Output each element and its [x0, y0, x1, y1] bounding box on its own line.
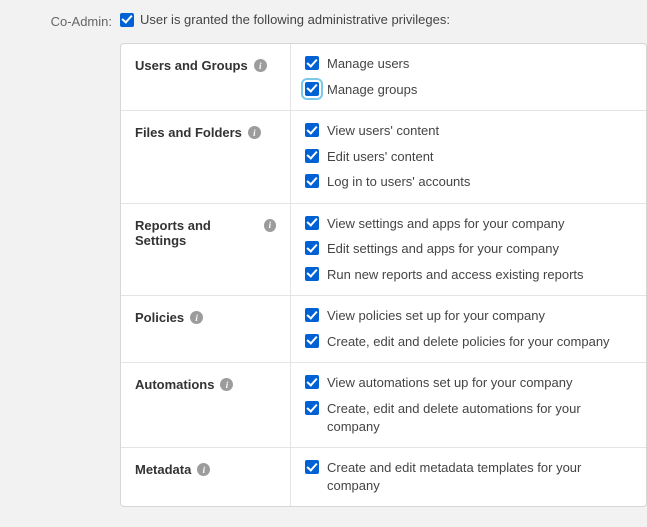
field-label: Co-Admin:: [20, 12, 120, 29]
checkbox-view-settings[interactable]: [305, 216, 319, 230]
checkbox-edit-settings[interactable]: [305, 241, 319, 255]
section-title-text: Automations: [135, 377, 214, 392]
section-title-users-groups: Users and Groups i: [121, 44, 291, 110]
label-view-settings: View settings and apps for your company: [327, 215, 565, 233]
checkbox-edit-content[interactable]: [305, 149, 319, 163]
info-icon[interactable]: i: [220, 378, 233, 391]
section-title-policies: Policies i: [121, 296, 291, 362]
section-options-policies: View policies set up for your company Cre…: [291, 296, 646, 362]
checkbox-login-accounts[interactable]: [305, 174, 319, 188]
checkbox-view-content[interactable]: [305, 123, 319, 137]
section-policies: Policies i View policies set up for your c…: [121, 296, 646, 363]
section-title-reports-settings: Reports and Settings i: [121, 204, 291, 296]
checkbox-view-automations[interactable]: [305, 375, 319, 389]
section-title-files-folders: Files and Folders i: [121, 111, 291, 203]
info-icon[interactable]: i: [197, 463, 210, 476]
checkbox-manage-groups[interactable]: [305, 82, 319, 96]
checkbox-edit-automations[interactable]: [305, 401, 319, 415]
checkbox-view-policies[interactable]: [305, 308, 319, 322]
option-edit-settings: Edit settings and apps for your company: [305, 241, 632, 258]
section-title-text: Policies: [135, 310, 184, 325]
label-edit-content: Edit users' content: [327, 148, 434, 166]
checkbox-manage-users[interactable]: [305, 56, 319, 70]
label-view-automations: View automations set up for your company: [327, 374, 572, 392]
label-edit-automations: Create, edit and delete automations for …: [327, 400, 632, 435]
section-title-text: Files and Folders: [135, 125, 242, 140]
section-options-metadata: Create and edit metadata templates for y…: [291, 448, 646, 506]
section-title-text: Users and Groups: [135, 58, 248, 73]
label-manage-groups: Manage groups: [327, 81, 417, 99]
label-run-reports: Run new reports and access existing repo…: [327, 266, 584, 284]
info-icon[interactable]: i: [248, 126, 261, 139]
label-manage-users: Manage users: [327, 55, 409, 73]
master-checkbox-wrap: User is granted the following administra…: [120, 12, 450, 27]
option-edit-policies: Create, edit and delete policies for you…: [305, 334, 632, 351]
option-view-content: View users' content: [305, 123, 632, 140]
section-metadata: Metadata i Create and edit metadata templa…: [121, 448, 646, 506]
label-edit-metadata: Create and edit metadata templates for y…: [327, 459, 632, 494]
option-manage-users: Manage users: [305, 56, 632, 73]
checkbox-edit-metadata[interactable]: [305, 460, 319, 474]
section-options-reports-settings: View settings and apps for your company E…: [291, 204, 646, 296]
label-view-content: View users' content: [327, 122, 439, 140]
option-view-settings: View settings and apps for your company: [305, 216, 632, 233]
label-edit-settings: Edit settings and apps for your company: [327, 240, 559, 258]
option-view-policies: View policies set up for your company: [305, 308, 632, 325]
section-automations: Automations i View automations set up for …: [121, 363, 646, 448]
option-edit-metadata: Create and edit metadata templates for y…: [305, 460, 632, 494]
option-run-reports: Run new reports and access existing repo…: [305, 267, 632, 284]
section-title-text: Reports and Settings: [135, 218, 258, 248]
label-login-accounts: Log in to users' accounts: [327, 173, 470, 191]
checkbox-edit-policies[interactable]: [305, 334, 319, 348]
info-icon[interactable]: i: [190, 311, 203, 324]
section-files-folders: Files and Folders i View users' content Edi…: [121, 111, 646, 204]
section-options-files-folders: View users' content Edit users' content Lo…: [291, 111, 646, 203]
label-view-policies: View policies set up for your company: [327, 307, 545, 325]
info-icon[interactable]: i: [254, 59, 267, 72]
co-admin-checkbox[interactable]: [120, 13, 134, 27]
section-options-users-groups: Manage users Manage groups: [291, 44, 646, 110]
section-title-automations: Automations i: [121, 363, 291, 447]
master-label: User is granted the following administra…: [140, 12, 450, 27]
section-reports-settings: Reports and Settings i View settings and a…: [121, 204, 646, 297]
section-title-text: Metadata: [135, 462, 191, 477]
option-manage-groups: Manage groups: [305, 82, 632, 99]
info-icon[interactable]: i: [264, 219, 276, 232]
section-title-metadata: Metadata i: [121, 448, 291, 506]
option-login-accounts: Log in to users' accounts: [305, 174, 632, 191]
label-edit-policies: Create, edit and delete policies for you…: [327, 333, 610, 351]
option-edit-automations: Create, edit and delete automations for …: [305, 401, 632, 435]
section-users-groups: Users and Groups i Manage users Manage grou…: [121, 44, 646, 111]
co-admin-row: Co-Admin: User is granted the following …: [20, 12, 627, 29]
section-options-automations: View automations set up for your company…: [291, 363, 646, 447]
permissions-table: Users and Groups i Manage users Manage grou…: [120, 43, 647, 507]
option-edit-content: Edit users' content: [305, 149, 632, 166]
checkbox-run-reports[interactable]: [305, 267, 319, 281]
option-view-automations: View automations set up for your company: [305, 375, 632, 392]
